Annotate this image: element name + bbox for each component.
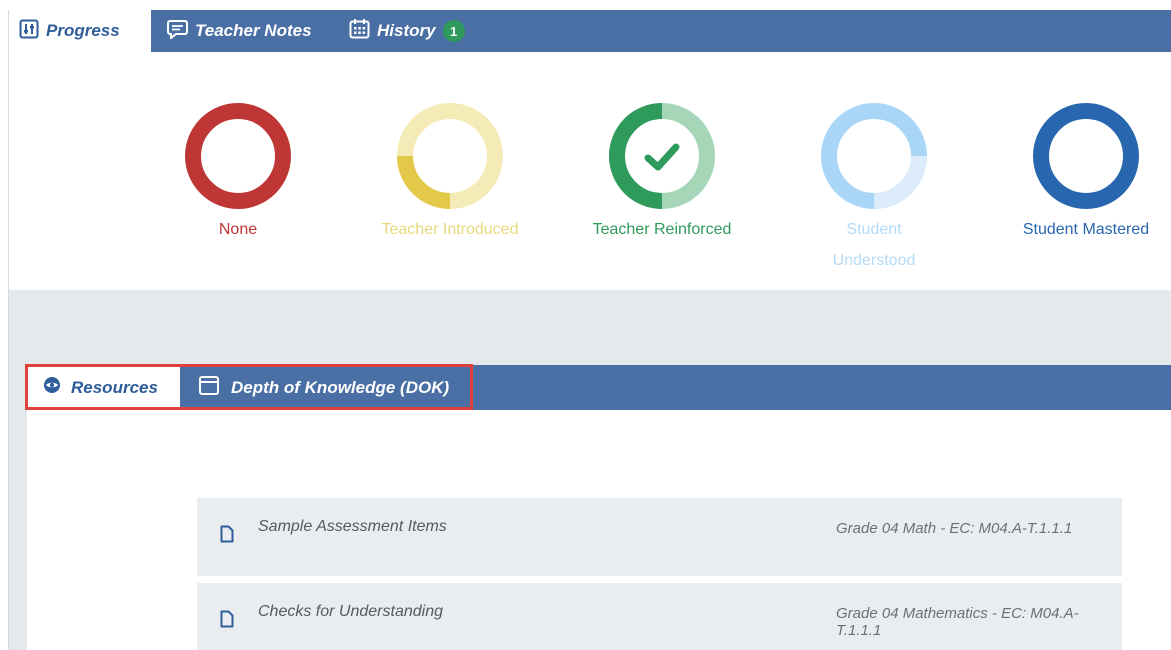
resources-section: Resources Depth of Knowledge (DOK) Sampl… xyxy=(9,364,1171,650)
resource-title: Sample Assessment Items xyxy=(258,518,447,535)
window-icon xyxy=(199,375,219,400)
document-icon xyxy=(220,525,234,548)
tab-progress[interactable]: Progress xyxy=(9,10,151,52)
calendar-icon xyxy=(349,18,370,44)
resource-row[interactable]: Sample Assessment Items Grade 04 Math - … xyxy=(197,498,1122,576)
progress-panel: None Teacher Introduced Teacher Reinforc… xyxy=(9,52,1171,290)
resources-body: Sample Assessment Items Grade 04 Math - … xyxy=(27,410,1171,650)
tab-resources-label: Resources xyxy=(71,377,158,397)
tab-teacher-notes-label: Teacher Notes xyxy=(195,21,312,40)
level-student-mastered[interactable]: Student Mastered xyxy=(986,102,1171,245)
tab-history[interactable]: History 1 xyxy=(349,10,465,52)
level-teacher-reinforced[interactable]: Teacher Reinforced xyxy=(562,102,762,245)
tab-progress-label: Progress xyxy=(46,21,120,40)
resources-tab-bar: Resources Depth of Knowledge (DOK) xyxy=(25,364,1171,410)
progress-ring-none xyxy=(185,103,291,209)
level-label: Teacher Reinforced xyxy=(592,221,732,238)
main-frame: Progress Teacher Notes History 1 None Te… xyxy=(8,10,1171,650)
level-teacher-introduced[interactable]: Teacher Introduced xyxy=(350,102,550,245)
resource-standard: Grade 04 Math - EC: M04.A-T.1.1.1 xyxy=(836,520,1073,537)
level-label: Student Understood xyxy=(832,221,916,269)
tab-dok-label: Depth of Knowledge (DOK) xyxy=(231,377,450,397)
resource-title: Checks for Understanding xyxy=(258,603,443,620)
comment-icon xyxy=(167,19,188,44)
progress-ring-understood xyxy=(821,103,927,209)
check-icon xyxy=(644,143,680,171)
level-label: Student Mastered xyxy=(1022,221,1150,238)
progress-ring-mastered xyxy=(1033,103,1139,209)
section-divider xyxy=(9,290,1171,365)
document-icon xyxy=(220,610,234,633)
tab-teacher-notes[interactable]: Teacher Notes xyxy=(167,10,312,52)
level-none[interactable]: None xyxy=(138,102,338,245)
resource-standard: Grade 04 Mathematics - EC: M04.A-T.1.1.1 xyxy=(836,605,1079,639)
level-label: Teacher Introduced xyxy=(381,221,519,238)
progress-ring-reinforced xyxy=(609,103,715,209)
level-label: None xyxy=(218,221,258,238)
tab-history-label: History xyxy=(377,21,436,40)
progress-ring-introduced xyxy=(397,103,503,209)
resource-row[interactable]: Checks for Understanding Grade 04 Mathem… xyxy=(197,583,1122,650)
tab-resources[interactable]: Resources xyxy=(27,365,180,410)
tab-dok[interactable]: Depth of Knowledge (DOK) xyxy=(199,365,449,410)
level-student-understood[interactable]: Student Understood xyxy=(774,102,974,276)
eye-icon xyxy=(43,376,61,399)
top-tab-bar: Progress Teacher Notes History 1 xyxy=(9,10,1171,52)
history-count-badge: 1 xyxy=(442,20,465,42)
sliders-icon xyxy=(19,19,39,44)
